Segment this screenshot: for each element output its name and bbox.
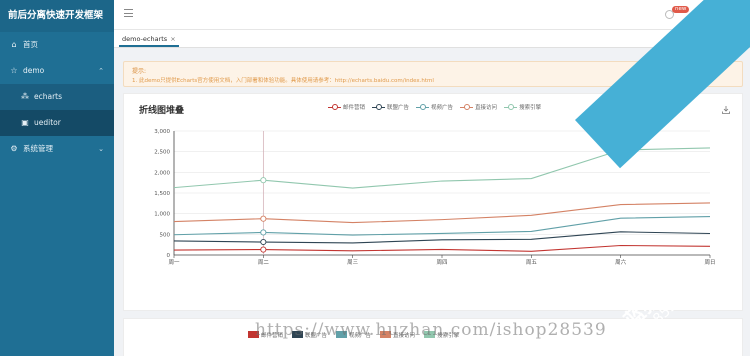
sidebar-item-home[interactable]: ⌂ 首页 [0, 32, 114, 58]
notification-badge: new [672, 6, 690, 13]
app-title: 前后分离快速开发框架 [0, 0, 114, 32]
data-point [260, 215, 267, 222]
y-tick-label: 500 [160, 232, 171, 238]
sidebar-submenu-demo: ⁂ echarts ▣ ueditor [0, 84, 114, 136]
y-tick-label: 1,500 [154, 191, 170, 197]
top-header: new admin [114, 0, 750, 30]
sidebar: 前后分离快速开发框架 ⌂ 首页 ☆ demo ⌃ ⁂ echarts ▣ ueditor… [0, 0, 114, 356]
notice-title: 提示: [132, 68, 147, 75]
x-tick-label: 周四 [436, 259, 447, 266]
y-tick-label: 0 [167, 253, 171, 259]
sidebar-item-ueditor[interactable]: ▣ ueditor [0, 110, 114, 136]
home-icon: ⌂ [11, 40, 17, 49]
y-tick-label: 1,000 [154, 212, 170, 218]
star-icon: ☆ [10, 66, 18, 75]
sidebar-item-system[interactable]: ⚙ 系统管理 ⌄ [0, 136, 114, 162]
sidebar-menu: ⌂ 首页 ☆ demo ⌃ ⁂ echarts ▣ ueditor ⚙ 系统管理 ⌄ [0, 32, 114, 162]
data-point [260, 246, 267, 253]
data-point [260, 229, 267, 236]
sidebar-item-echarts[interactable]: ⁂ echarts [0, 84, 114, 110]
sidebar-item-label: demo [23, 66, 45, 75]
tab-demo-echarts[interactable]: demo-echarts × [119, 33, 179, 47]
y-tick-label: 3,000 [154, 129, 170, 135]
settings-icon: ⚙ [10, 144, 18, 153]
data-point [260, 238, 267, 246]
editor-icon: ▣ [21, 118, 29, 127]
y-tick-label: 2,500 [154, 150, 170, 156]
y-tick-label: 2,000 [154, 170, 170, 176]
x-tick-label: 周六 [615, 258, 627, 266]
data-point [260, 177, 267, 184]
x-tick-label: 周三 [347, 259, 359, 266]
x-tick-label: 周日 [704, 259, 715, 266]
chevron-down-icon: ⌄ [98, 145, 104, 153]
menu-toggle-icon[interactable] [124, 9, 133, 18]
series-line [173, 244, 711, 252]
chevron-up-icon: ⌃ [98, 67, 104, 75]
sidebar-item-demo[interactable]: ☆ demo ⌃ [0, 58, 114, 84]
tab-label: demo-echarts [122, 35, 168, 43]
x-tick-label: 周五 [526, 259, 538, 266]
series-line [173, 202, 711, 224]
notice-body: 1. 此demo只提供Echarts官方使用文档，入门部署和体验功能。具体使用请… [132, 78, 434, 84]
x-tick-label: 周一 [168, 259, 180, 266]
close-icon[interactable]: × [170, 35, 175, 43]
sidebar-item-label: 系统管理 [23, 144, 53, 153]
chart-icon: ⁂ [21, 92, 29, 101]
sidebar-item-label: ueditor [34, 118, 61, 127]
sidebar-item-label: 首页 [23, 40, 38, 49]
watermark-url: https://www.huzhan.com/ishop28539 [255, 320, 607, 340]
x-tick-label: 周二 [258, 259, 270, 266]
sidebar-item-label: echarts [34, 92, 63, 101]
